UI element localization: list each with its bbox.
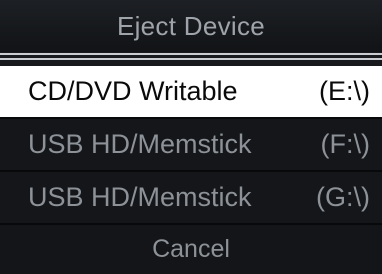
title-divider-bottom bbox=[0, 58, 382, 60]
device-item-f[interactable]: USB HD/Memstick (F:\) bbox=[0, 119, 382, 170]
dialog-title: Eject Device bbox=[116, 10, 266, 41]
eject-device-dialog: Eject Device CD/DVD Writable (E:\) USB H… bbox=[0, 0, 382, 274]
drive-letter: (G:\) bbox=[316, 182, 370, 212]
drive-letter: (F:\) bbox=[320, 129, 370, 159]
cancel-label: Cancel bbox=[152, 235, 230, 263]
dialog-title-bar: Eject Device bbox=[0, 0, 382, 52]
cancel-button[interactable]: Cancel bbox=[0, 225, 382, 274]
title-divider-top bbox=[0, 53, 382, 55]
device-item-g[interactable]: USB HD/Memstick (G:\) bbox=[0, 172, 382, 223]
device-label: CD/DVD Writable bbox=[28, 76, 238, 106]
device-label: USB HD/Memstick bbox=[28, 182, 252, 212]
drive-letter: (E:\) bbox=[319, 76, 370, 106]
device-label: USB HD/Memstick bbox=[28, 129, 252, 159]
device-item-e[interactable]: CD/DVD Writable (E:\) bbox=[0, 66, 382, 117]
